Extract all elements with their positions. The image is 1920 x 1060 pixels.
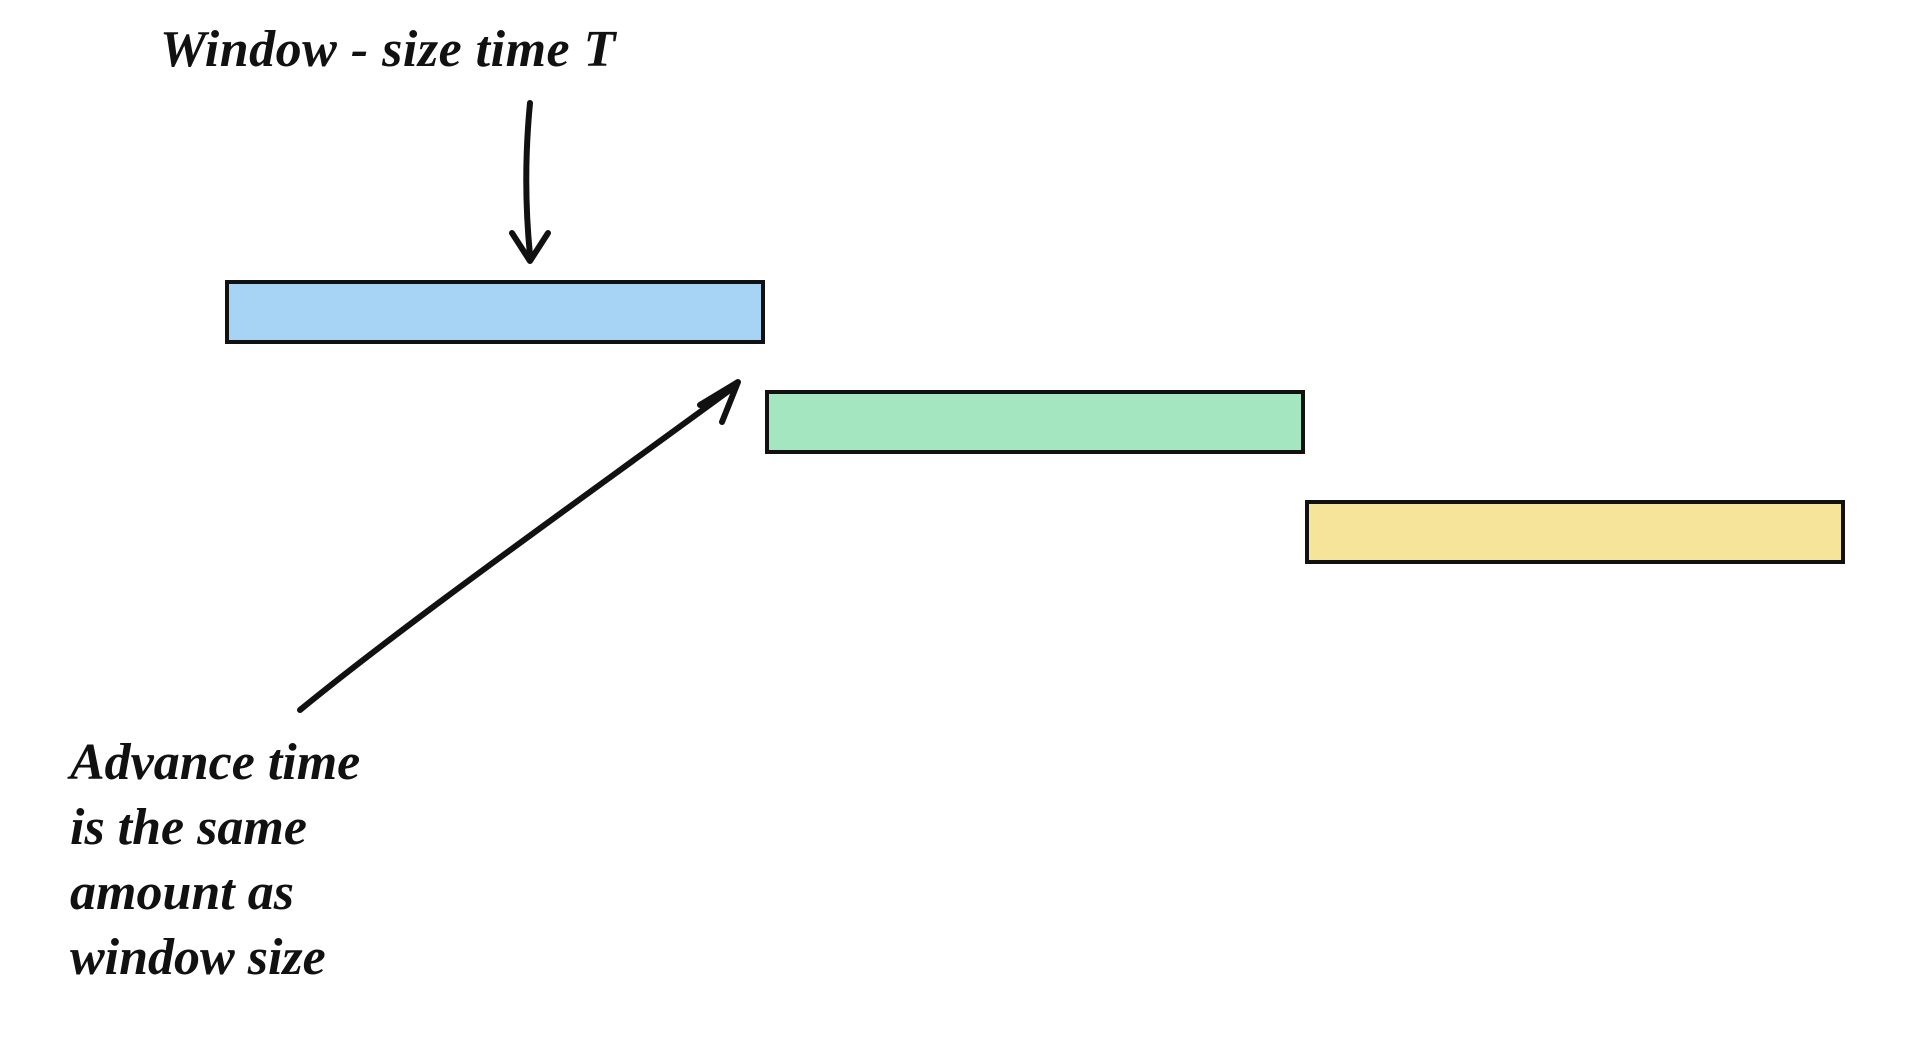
label-advance-line1: Advance time xyxy=(70,730,360,795)
label-window-size: Window - size time T xyxy=(160,20,616,79)
label-advance-line4: window size xyxy=(70,925,360,990)
window-bar-2 xyxy=(765,390,1305,454)
window-bar-3 xyxy=(1305,500,1845,564)
window-bar-1 xyxy=(225,280,765,344)
label-advance-time: Advance time is the same amount as windo… xyxy=(70,730,360,990)
label-advance-line2: is the same xyxy=(70,795,360,860)
diagram-stage: Window - size time T Advance time is the… xyxy=(0,0,1920,1060)
arrow-down-icon xyxy=(470,95,590,275)
arrow-up-right-icon xyxy=(260,360,780,730)
label-advance-line3: amount as xyxy=(70,860,360,925)
